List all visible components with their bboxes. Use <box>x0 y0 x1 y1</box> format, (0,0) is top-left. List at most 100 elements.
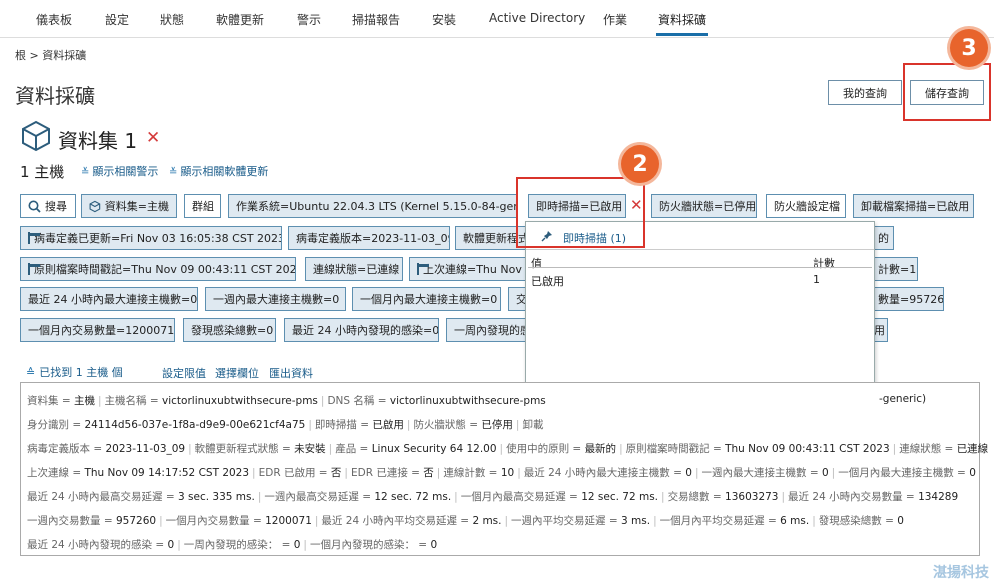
nav-settings[interactable]: 設定 <box>105 11 129 28</box>
chip-tx-count[interactable]: 數量=957260 <box>870 287 944 311</box>
detail-value: 134289 <box>918 491 959 503</box>
popup-col-value: 值 <box>531 257 542 270</box>
popup-col-count: 計數 <box>813 257 835 270</box>
detail-key: 一個月內平均交易延遲 = <box>659 515 781 527</box>
my-queries-button[interactable]: 我的查詢 <box>828 80 902 105</box>
breadcrumb[interactable]: 根 > 資料採礦 <box>15 47 86 63</box>
search-button[interactable]: 搜尋 <box>20 194 76 218</box>
chip-last-connection-label: 上次連線=Thu Nov <box>423 263 522 276</box>
show-updates-link[interactable]: ≚ 顯示相關軟體更新 <box>169 163 268 179</box>
detail-value: 0 <box>293 539 301 551</box>
detail-key: 卸載 <box>522 419 544 431</box>
popup-row-count: 1 <box>813 273 820 286</box>
detail-key: 軟體更新程式狀態 = <box>194 443 295 455</box>
detail-value: 3 ms. <box>621 515 651 527</box>
detail-separator: | <box>308 419 312 431</box>
detail-value: 13603273 <box>725 491 779 503</box>
chip-max-week[interactable]: 一週內最大連接主機數=0 <box>205 287 346 311</box>
chip-connection-state[interactable]: 連線狀態=已連線 <box>305 257 403 281</box>
nav-jobs[interactable]: 作業 <box>603 11 627 28</box>
detail-separator: | <box>653 515 657 527</box>
group-button[interactable]: 群組 <box>184 194 221 218</box>
detail-separator: | <box>344 467 348 479</box>
detail-separator: | <box>406 419 411 431</box>
detail-row-3: 病毒定義版本 = 2023-11-03_09 | 軟體更新程式狀態 = 未安裝 | 產品… <box>27 441 988 456</box>
nav-software-update[interactable]: 軟體更新 <box>216 11 264 28</box>
export-data-link[interactable]: 匯出資料 <box>269 365 313 381</box>
chip-virus-version[interactable]: 病毒定義版本=2023-11-03_09 <box>288 226 450 250</box>
detail-key: DNS 名稱 = <box>327 395 390 407</box>
dataset-close-icon[interactable]: ✕ <box>146 128 160 148</box>
detail-key: 病毒定義版本 = <box>27 443 106 455</box>
select-columns-link[interactable]: 選擇欄位 <box>215 365 259 381</box>
show-alerts-link[interactable]: ≚ 顯示相關警示 <box>81 163 158 179</box>
dataset-cube-icon <box>89 200 101 212</box>
chip-infections-24h[interactable]: 最近 24 小時內發現的感染=0 <box>284 318 439 342</box>
calendar-icon <box>28 232 40 244</box>
chip-max-24h[interactable]: 最近 24 小時內最大連接主機數=0 <box>20 287 198 311</box>
nav-status[interactable]: 狀態 <box>160 11 184 28</box>
detail-row-7: 最近 24 小時內發現的感染 = 0 | 一周內發現的感染： = 0 | 一個月內發現的… <box>27 537 437 552</box>
callout-box-2 <box>516 177 645 248</box>
detail-value: 10 <box>500 467 515 479</box>
detail-key: EDR 已連接 = <box>350 467 424 479</box>
nav-alerts[interactable]: 警示 <box>297 11 321 28</box>
detail-row-1-tail: -generic) <box>879 393 927 405</box>
chip-max-month[interactable]: 一個月內最大連接主機數=0 <box>352 287 501 311</box>
detail-separator: | <box>515 419 520 431</box>
chip-month-tx[interactable]: 一個月內交易數量=1200071 <box>20 318 175 342</box>
detail-separator: | <box>831 467 836 479</box>
chevron-up-icon: ≙ <box>26 366 36 379</box>
detail-key: 發現感染總數 = <box>818 515 898 527</box>
detail-value: 24114d56-037e-1f8a-d9e9-00e621cf4a75 <box>84 419 306 431</box>
detail-key: 防火牆狀態 = <box>413 419 482 431</box>
detail-key: 最近 24 小時內發現的感染 = <box>27 539 168 551</box>
chip-firewall-profile[interactable]: 防火牆設定檔 <box>766 194 846 218</box>
nav-dashboard[interactable]: 儀表板 <box>36 11 72 28</box>
detail-separator: | <box>314 515 319 527</box>
found-toggle[interactable]: ≙ 已找到 1 主機 個 <box>26 364 123 380</box>
chip-infections-week[interactable]: 一周內發現的感 <box>446 318 530 342</box>
chip-os[interactable]: 作業系統=Ubuntu 22.04.3 LTS (Kernel 5.15.0-8… <box>228 194 518 218</box>
detail-key: 一個月內最高交易延遲 = <box>460 491 582 503</box>
nav-install[interactable]: 安裝 <box>432 11 456 28</box>
detail-value: 主機 <box>73 395 95 407</box>
detail-value: 3 sec. 335 ms. <box>178 491 255 503</box>
detail-row-5: 最近 24 小時內最高交易延遲 = 3 sec. 335 ms. | 一週內最高交易… <box>27 489 958 504</box>
nav-active-directory[interactable]: Active Directory <box>489 11 585 25</box>
found-label: 已找到 1 主機 個 <box>39 366 123 379</box>
search-icon <box>28 200 41 213</box>
detail-separator: | <box>619 443 623 455</box>
detail-separator: | <box>892 443 897 455</box>
chip-infections-total[interactable]: 發現感染總數=0 <box>183 318 276 342</box>
detail-value: Thu Nov 09 14:17:52 CST 2023 <box>84 467 250 479</box>
chip-connection-count[interactable]: 計數=10 <box>870 257 918 281</box>
detail-key: 使用中的原則 = <box>506 443 585 455</box>
detail-key: 一週內最大連接主機數 = <box>701 467 822 479</box>
detail-value: 0 <box>969 467 976 479</box>
chevron-down-icon: ≚ <box>169 167 178 178</box>
nav-data-mining[interactable]: 資料採礦 <box>658 11 706 28</box>
detail-key: 產品 = <box>335 443 372 455</box>
detail-value: 已停用 <box>481 419 513 431</box>
host-count: 1 主機 <box>20 163 65 181</box>
chip-last-connection[interactable]: 上次連線=Thu Nov <box>409 257 529 281</box>
chip-uninstall-scan[interactable]: 卸載檔案掃描=已啟用 <box>853 194 974 218</box>
chip-policy-time[interactable]: 原則檔案時間戳記=Thu Nov 09 00:43:11 CST 2023 <box>20 257 296 281</box>
set-limit-link[interactable]: 設定限值 <box>162 365 206 381</box>
chip-policy-time-label: 原則檔案時間戳記=Thu Nov 09 00:43:11 CST 2023 <box>34 263 296 276</box>
detail-value: 957260 <box>115 515 157 527</box>
chip-dataset-host[interactable]: 資料集=主機 <box>81 194 177 218</box>
chip-virus-updated[interactable]: 病毒定義已更新=Fri Nov 03 16:05:38 CST 2023 <box>20 226 282 250</box>
detail-value: 否 <box>423 467 434 479</box>
detail-value: Thu Nov 09 00:43:11 CST 2023 <box>725 443 890 455</box>
chip-firewall-state[interactable]: 防火牆狀態=已停用 <box>651 194 757 218</box>
detail-row-4: 上次連線 = Thu Nov 09 14:17:52 CST 2023 | EDR … <box>27 465 976 480</box>
detail-separator: | <box>504 515 509 527</box>
top-nav: 儀表板 設定 狀態 軟體更新 警示 掃描報告 安裝 Active Directo… <box>0 0 994 38</box>
nav-scan-reports[interactable]: 掃描報告 <box>352 11 400 28</box>
detail-row-2: 身分識別 = 24114d56-037e-1f8a-d9e9-00e621cf4… <box>27 417 543 432</box>
popup-row-value[interactable]: 已啟用 <box>531 273 564 289</box>
detail-value: 0 <box>821 467 829 479</box>
search-label: 搜尋 <box>45 200 67 213</box>
